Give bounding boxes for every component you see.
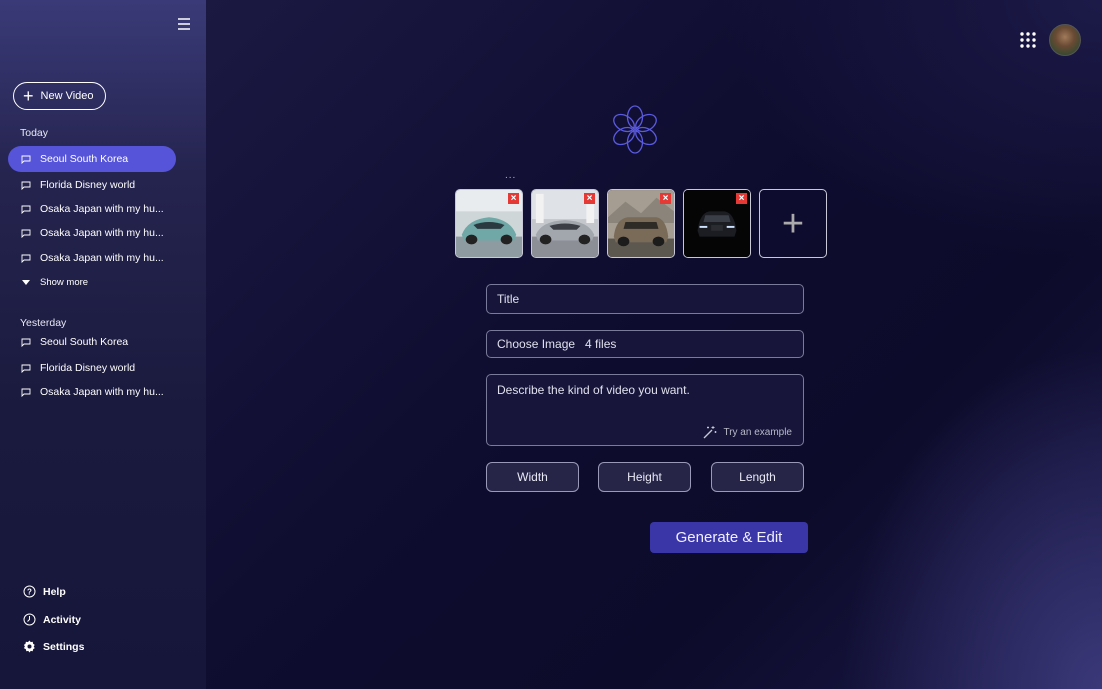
chat-icon (21, 229, 31, 238)
settings-label: Settings (43, 640, 85, 653)
width-button[interactable]: Width (486, 462, 579, 492)
try-example-label: Try an example (723, 426, 792, 438)
grid-icon[interactable] (1020, 32, 1036, 48)
thumbnail-teal-supercar[interactable]: × (455, 189, 523, 258)
chat-icon (21, 181, 31, 190)
remove-thumbnail-button[interactable]: × (584, 193, 595, 204)
chat-icon (21, 155, 31, 164)
user-avatar[interactable] (1049, 24, 1081, 56)
plus-icon: + (23, 86, 34, 106)
new-video-label: New Video (40, 90, 94, 102)
remove-thumbnail-button[interactable]: × (736, 193, 747, 204)
chat-item-seoul-yesterday[interactable]: Seoul South Korea (8, 329, 176, 355)
chat-icon (21, 364, 31, 373)
activity-link[interactable]: Activity (23, 613, 81, 626)
new-video-button[interactable]: + New Video (13, 82, 106, 110)
try-example-button[interactable]: Try an example (703, 425, 792, 439)
sidebar: + New Video Today Seoul South Korea Flor… (0, 0, 206, 689)
gear-icon (23, 640, 35, 653)
help-icon: ? (23, 585, 36, 598)
chat-icon (21, 254, 31, 263)
chat-item-label: Osaka Japan with my hu... (40, 227, 164, 239)
files-count: 4 files (585, 337, 617, 351)
height-button[interactable]: Height (598, 462, 691, 492)
chat-item-osaka-yesterday[interactable]: Osaka Japan with my hu... (8, 379, 176, 405)
title-input[interactable]: Title (486, 284, 804, 314)
chat-item-label: Osaka Japan with my hu... (40, 203, 164, 215)
chat-icon (21, 205, 31, 214)
magic-wand-icon (703, 426, 717, 439)
chat-item-florida[interactable]: Florida Disney world (8, 172, 176, 198)
description-placeholder: Describe the kind of video you want. (497, 383, 690, 397)
add-image-button[interactable]: + (759, 189, 827, 258)
chat-item-label: Osaka Japan with my hu... (40, 386, 164, 398)
remove-thumbnail-button[interactable]: × (660, 193, 671, 204)
chat-item-label: Osaka Japan with my hu... (40, 252, 164, 264)
choose-image-field[interactable]: Choose Image 4 files (486, 330, 804, 358)
thumbnail-silver-coupe[interactable]: × (531, 189, 599, 258)
show-more-label: Show more (40, 277, 89, 288)
generate-edit-button[interactable]: Generate & Edit (650, 522, 808, 553)
svg-text:?: ? (27, 587, 32, 596)
chat-item-label: Seoul South Korea (40, 153, 129, 165)
yesterday-heading: Yesterday (20, 317, 67, 329)
chat-item-florida-yesterday[interactable]: Florida Disney world (8, 355, 176, 381)
chat-item-osaka-3[interactable]: Osaka Japan with my hu... (8, 245, 176, 271)
help-label: Help (43, 585, 66, 598)
choose-image-label: Choose Image (497, 337, 576, 351)
thumbnail-bronze-suv[interactable]: × (607, 189, 675, 258)
chat-item-seoul[interactable]: Seoul South Korea (8, 146, 176, 172)
chat-item-osaka-1[interactable]: Osaka Japan with my hu... (8, 196, 176, 222)
activity-label: Activity (43, 613, 81, 626)
activity-icon (23, 613, 36, 626)
remove-thumbnail-button[interactable]: × (508, 193, 519, 204)
settings-link[interactable]: Settings (23, 640, 84, 653)
menu-icon[interactable] (176, 16, 192, 32)
today-heading: Today (20, 127, 49, 139)
description-textarea[interactable]: Describe the kind of video you want. Try… (486, 374, 804, 446)
chat-item-osaka-2[interactable]: Osaka Japan with my hu... (8, 220, 176, 246)
show-more-button[interactable]: Show more (22, 277, 88, 288)
length-button[interactable]: Length (711, 462, 804, 492)
more-dots: ... (505, 170, 517, 181)
chat-item-label: Florida Disney world (40, 179, 136, 191)
chat-icon (21, 388, 31, 397)
title-placeholder: Title (497, 292, 520, 306)
chat-item-label: Seoul South Korea (40, 336, 129, 348)
chat-item-label: Florida Disney world (40, 362, 136, 374)
app-logo-icon (610, 103, 660, 156)
caret-down-icon (22, 279, 30, 285)
chat-icon (21, 338, 31, 347)
thumbnail-black-suv-night[interactable]: × (683, 189, 751, 258)
help-link[interactable]: ? Help (23, 585, 66, 598)
